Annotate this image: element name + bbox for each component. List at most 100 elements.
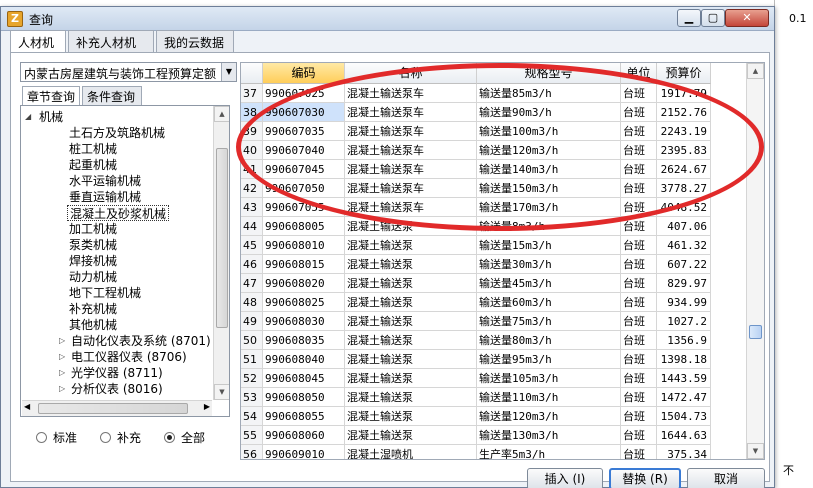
tree-node[interactable]: 垂直运输机械 xyxy=(69,189,141,205)
tree-node-collapsed[interactable]: 分析仪表 (8016) xyxy=(71,381,163,397)
resource-grid[interactable]: 编码 名称 规格型号 单位 预算价 37 990607025 混凝土输送泵车 输送量85m3/… xyxy=(240,62,765,460)
insert-button[interactable]: 插入 (I) xyxy=(527,468,603,488)
column-header-code[interactable]: 编码 xyxy=(263,63,345,84)
cell-price: 1398.18 xyxy=(657,350,711,369)
scroll-up-icon[interactable]: ▲ xyxy=(747,63,764,79)
table-row[interactable]: 38 990607030 混凝土输送泵车 输送量90m3/h 台班 2152.76 xyxy=(241,103,746,122)
tree-node-root[interactable]: 机械 xyxy=(39,109,63,125)
tree-node[interactable]: 土石方及筑路机械 xyxy=(69,125,165,141)
table-row[interactable]: 43 990607055 混凝土输送泵车 输送量170m3/h 台班 4048.52 xyxy=(241,198,746,217)
table-row[interactable]: 46 990608015 混凝土输送泵 输送量30m3/h 台班 607.22 xyxy=(241,255,746,274)
column-header-spec[interactable]: 规格型号 xyxy=(477,63,621,84)
chapter-tree[interactable]: ◢ 机械 土石方及筑路机械 桩工机械 起重机械 水平运输机械 垂直运输机械 混凝… xyxy=(20,105,230,417)
tree-horizontal-scrollbar[interactable]: ◀ ▶ xyxy=(22,400,212,416)
cell-price: 2624.67 xyxy=(657,160,711,179)
cancel-button[interactable]: 取消 xyxy=(687,468,765,488)
tree-node[interactable]: 起重机械 xyxy=(69,157,117,173)
radio-icon[interactable] xyxy=(100,432,111,443)
cell-price: 1356.9 xyxy=(657,331,711,350)
maximize-icon[interactable]: ▢ xyxy=(701,9,725,27)
tree-node[interactable]: 焊接机械 xyxy=(69,253,117,269)
column-header-idx[interactable] xyxy=(241,63,263,84)
radio-icon[interactable] xyxy=(36,432,47,443)
column-header-price[interactable]: 预算价 xyxy=(657,63,711,84)
table-row[interactable]: 45 990608010 混凝土输送泵 输送量15m3/h 台班 461.32 xyxy=(241,236,746,255)
library-select[interactable]: 内蒙古房屋建筑与装饰工程预算定额 ▼ xyxy=(20,62,237,82)
table-row[interactable]: 56 990609010 混凝土湿喷机 生产率5m3/h 台班 375.34 xyxy=(241,445,746,459)
tree-vertical-scrollbar[interactable]: ▲ ▼ xyxy=(213,106,229,400)
table-row[interactable]: 39 990607035 混凝土输送泵车 输送量100m3/h 台班 2243.19 xyxy=(241,122,746,141)
expand-icon[interactable]: ▷ xyxy=(59,365,65,381)
cell-spec: 输送量150m3/h xyxy=(477,179,621,198)
table-row[interactable]: 55 990608060 混凝土输送泵 输送量130m3/h 台班 1644.63 xyxy=(241,426,746,445)
table-row[interactable]: 37 990607025 混凝土输送泵车 输送量85m3/h 台班 1917.79 xyxy=(241,84,746,103)
tree-node[interactable]: 动力机械 xyxy=(69,269,117,285)
chevron-down-icon[interactable]: ▼ xyxy=(221,63,236,81)
cell-idx: 48 xyxy=(241,293,263,312)
cell-price: 375.34 xyxy=(657,445,711,459)
tree-node-collapsed[interactable]: 电工仪器仪表 (8706) xyxy=(71,349,187,365)
table-row[interactable]: 52 990608045 混凝土输送泵 输送量105m3/h 台班 1443.59 xyxy=(241,369,746,388)
cell-price: 829.97 xyxy=(657,274,711,293)
tree-node-collapsed[interactable]: 自动化仪表及系统 (8701) xyxy=(71,333,211,349)
table-row[interactable]: 51 990608040 混凝土输送泵 输送量95m3/h 台班 1398.18 xyxy=(241,350,746,369)
table-row[interactable]: 40 990607040 混凝土输送泵车 输送量120m3/h 台班 2395.83 xyxy=(241,141,746,160)
table-row[interactable]: 48 990608025 混凝土输送泵 输送量60m3/h 台班 934.99 xyxy=(241,293,746,312)
tree-node[interactable]: 水平运输机械 xyxy=(69,173,141,189)
table-row[interactable]: 50 990608035 混凝土输送泵 输送量80m3/h 台班 1356.9 xyxy=(241,331,746,350)
cell-price: 407.06 xyxy=(657,217,711,236)
tab-condition-query[interactable]: 条件查询 xyxy=(82,86,142,105)
tree-node[interactable]: 桩工机械 xyxy=(69,141,117,157)
tree-node[interactable]: 泵类机械 xyxy=(69,237,117,253)
tab-my-cloud-data[interactable]: 我的云数据 xyxy=(156,30,234,52)
cell-code: 990608005 xyxy=(263,217,345,236)
scroll-down-icon[interactable]: ▼ xyxy=(214,384,229,400)
table-row[interactable]: 49 990608030 混凝土输送泵 输送量75m3/h 台班 1027.2 xyxy=(241,312,746,331)
table-row[interactable]: 47 990608020 混凝土输送泵 输送量45m3/h 台班 829.97 xyxy=(241,274,746,293)
cell-code: 990608035 xyxy=(263,331,345,350)
table-row[interactable]: 41 990607045 混凝土输送泵车 输送量140m3/h 台班 2624.67 xyxy=(241,160,746,179)
minimize-icon[interactable]: ▁ xyxy=(677,9,701,27)
table-row[interactable]: 54 990608055 混凝土输送泵 输送量120m3/h 台班 1504.73 xyxy=(241,407,746,426)
cell-unit: 台班 xyxy=(621,426,657,445)
tree-node-collapsed[interactable]: 光学仪器 (8711) xyxy=(71,365,163,381)
table-row[interactable]: 44 990608005 混凝土输送泵 输送量8m3/h 台班 407.06 xyxy=(241,217,746,236)
table-row[interactable]: 42 990607050 混凝土输送泵车 输送量150m3/h 台班 3778.27 xyxy=(241,179,746,198)
tree-node[interactable]: 补充机械 xyxy=(69,301,117,317)
tab-chapter-query[interactable]: 章节查询 xyxy=(22,86,80,105)
scroll-left-icon[interactable]: ◀ xyxy=(24,402,30,411)
replace-button[interactable]: 替换 (R) xyxy=(609,468,681,488)
tab-supplementary-resources[interactable]: 补充人材机 xyxy=(68,30,154,52)
column-header-unit[interactable]: 单位 xyxy=(621,63,657,84)
expand-icon[interactable]: ▷ xyxy=(59,349,65,365)
scroll-thumb[interactable] xyxy=(38,403,188,414)
scroll-thumb[interactable] xyxy=(216,148,228,328)
title-bar[interactable]: Z 查询 ▁ ▢ ✕ xyxy=(1,7,774,31)
tab-resources[interactable]: 人材机 xyxy=(10,30,66,53)
collapse-icon[interactable]: ◢ xyxy=(25,109,31,125)
cell-unit: 台班 xyxy=(621,293,657,312)
cell-idx: 43 xyxy=(241,198,263,217)
close-icon[interactable]: ✕ xyxy=(725,9,769,27)
grid-vertical-scrollbar[interactable]: ▲ ▼ xyxy=(746,63,764,459)
scroll-right-icon[interactable]: ▶ xyxy=(204,402,210,411)
tree-node[interactable]: 加工机械 xyxy=(69,221,117,237)
expand-icon[interactable]: ▷ xyxy=(59,333,65,349)
cell-spec: 输送量15m3/h xyxy=(477,236,621,255)
tree-node[interactable]: 其他机械 xyxy=(69,317,117,333)
filter-supplementary[interactable]: 补充 xyxy=(100,429,141,446)
tree-node[interactable]: 地下工程机械 xyxy=(69,285,141,301)
cell-idx: 54 xyxy=(241,407,263,426)
filter-standard[interactable]: 标准 xyxy=(36,429,77,446)
tree-node-selected[interactable]: 混凝土及砂浆机械 xyxy=(67,205,170,221)
cell-name: 混凝土输送泵 xyxy=(345,369,477,388)
radio-selected-icon[interactable] xyxy=(164,432,175,443)
filter-all[interactable]: 全部 xyxy=(164,429,205,446)
expand-icon[interactable]: ▷ xyxy=(59,381,65,397)
cell-code: 990608030 xyxy=(263,312,345,331)
column-header-name[interactable]: 名称 xyxy=(345,63,477,84)
scroll-down-icon[interactable]: ▼ xyxy=(747,443,764,459)
scroll-up-icon[interactable]: ▲ xyxy=(214,106,229,122)
scroll-thumb[interactable] xyxy=(749,325,762,339)
table-row[interactable]: 53 990608050 混凝土输送泵 输送量110m3/h 台班 1472.47 xyxy=(241,388,746,407)
